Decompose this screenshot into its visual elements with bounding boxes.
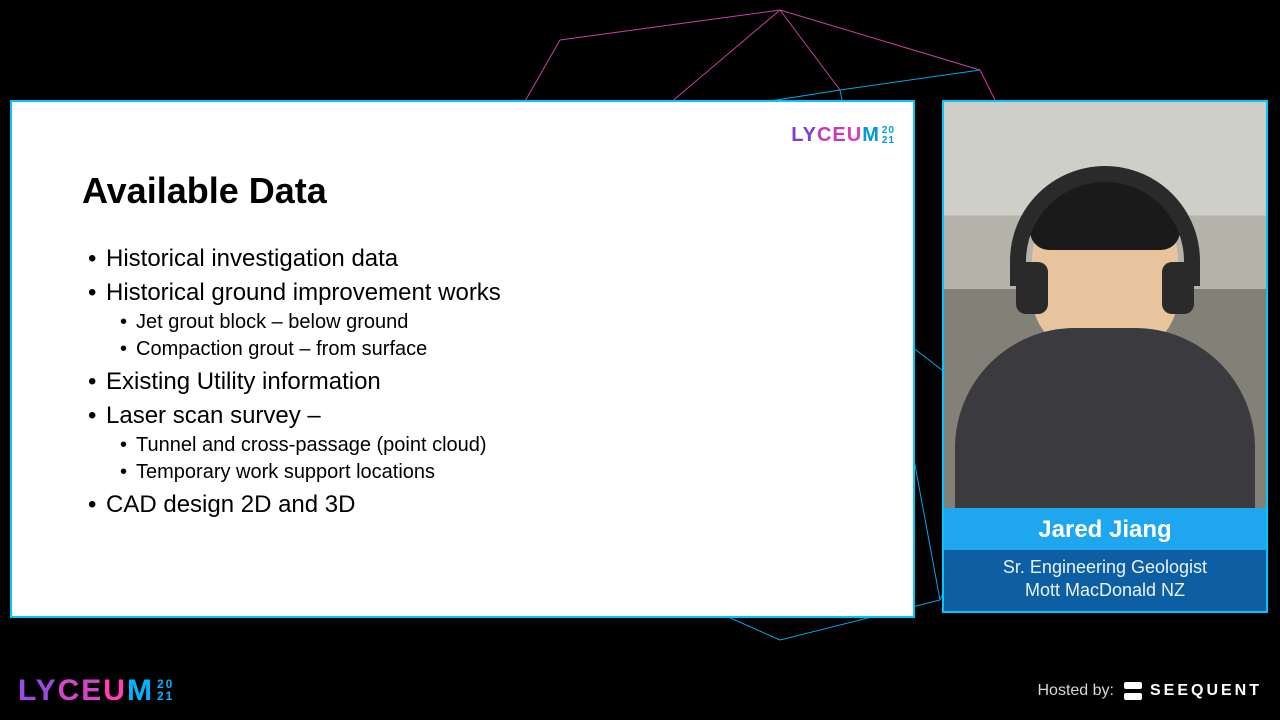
seequent-mark-icon [1124, 682, 1142, 700]
presentation-slide: LYCEUM2021 Available Data Historical inv… [10, 100, 915, 618]
hosted-by: Hosted by: SEEQUENT [1038, 682, 1263, 700]
sub-bullet-item: Compaction grout – from surface [120, 336, 853, 363]
bullet-item: Historical ground improvement works Jet … [82, 276, 853, 364]
sub-bullet-item: Jet grout block – below ground [120, 309, 853, 336]
hosted-label: Hosted by: [1038, 682, 1114, 700]
speaker-panel: Jared Jiang Sr. Engineering Geologist Mo… [942, 100, 1268, 613]
footer-bar: LYCEUM2021 Hosted by: SEEQUENT [0, 674, 1280, 708]
bullet-item: CAD design 2D and 3D [82, 488, 853, 522]
host-brand-logo: SEEQUENT [1124, 682, 1262, 700]
speaker-name: Jared Jiang [944, 508, 1266, 550]
bullet-item: Laser scan survey – Tunnel and cross-pas… [82, 399, 853, 487]
speaker-role: Sr. Engineering Geologist Mott MacDonald… [944, 550, 1266, 611]
sub-bullet-item: Tunnel and cross-passage (point cloud) [120, 432, 853, 459]
event-logo-small: LYCEUM2021 [791, 124, 895, 147]
sub-bullet-item: Temporary work support locations [120, 459, 853, 486]
bullet-item: Historical investigation data [82, 242, 853, 276]
event-logo-large: LYCEUM2021 [18, 674, 174, 708]
slide-title: Available Data [82, 170, 853, 212]
slide-bullets: Historical investigation data Historical… [82, 242, 853, 522]
bullet-item: Existing Utility information [82, 365, 853, 399]
speaker-video [944, 102, 1266, 508]
